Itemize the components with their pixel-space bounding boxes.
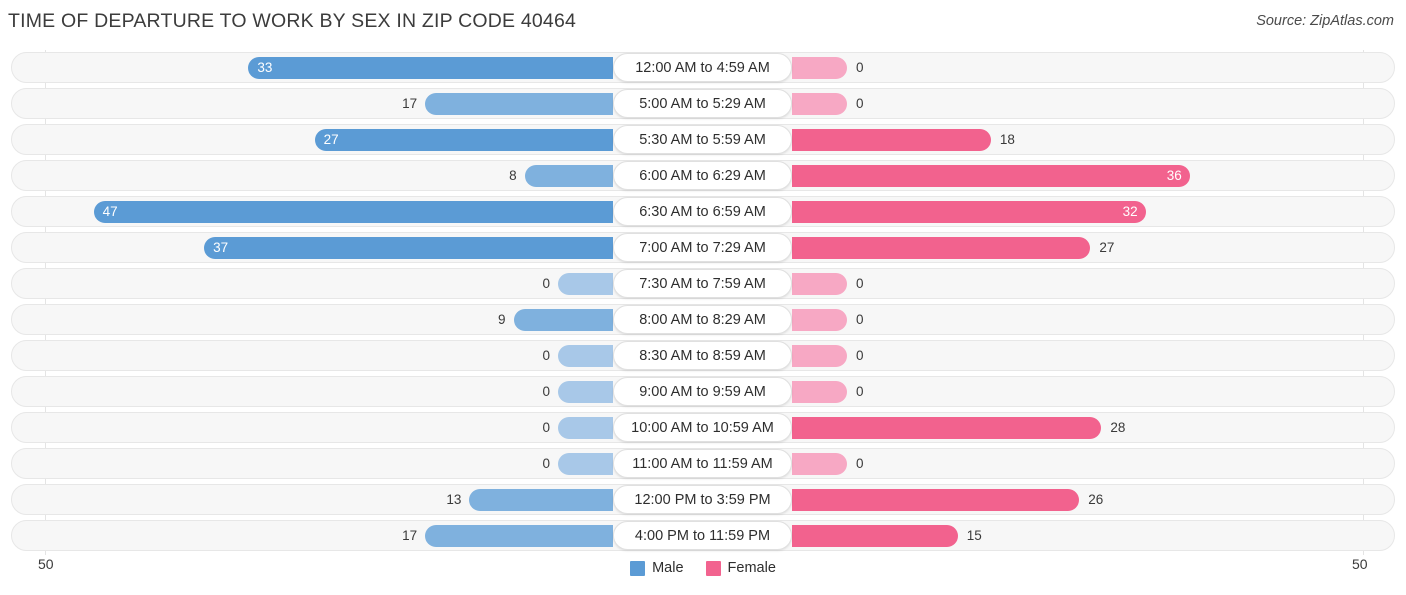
category-label: 5:00 AM to 5:29 AM	[613, 89, 792, 118]
male-bar[interactable]	[524, 165, 613, 187]
chart-row: 33 12:00 AM to 4:59 AM 0	[0, 50, 1406, 86]
male-bar[interactable]	[248, 57, 613, 79]
chart-row: 0 10:00 AM to 10:59 AM 28	[0, 410, 1406, 446]
female-value-label: 27	[1099, 240, 1115, 255]
male-value-label: 0	[542, 384, 550, 399]
category-label: 6:30 AM to 6:59 AM	[613, 197, 792, 226]
male-bar[interactable]	[558, 453, 613, 475]
category-label: 10:00 AM to 10:59 AM	[613, 413, 792, 442]
male-bar[interactable]	[204, 237, 613, 259]
female-bar[interactable]	[792, 165, 1190, 187]
category-label: 12:00 PM to 3:59 PM	[613, 485, 792, 514]
female-value-label: 18	[999, 132, 1015, 147]
male-value-label: 9	[498, 312, 506, 327]
male-bar[interactable]	[558, 345, 613, 367]
female-bar[interactable]	[792, 93, 847, 115]
male-value-label: 8	[509, 168, 517, 183]
legend-label: Female	[727, 560, 776, 576]
source-attribution: Source: ZipAtlas.com	[1256, 13, 1394, 29]
legend-item-female[interactable]: Female	[705, 560, 776, 576]
category-label: 11:00 AM to 11:59 AM	[613, 449, 792, 478]
category-label: 5:30 AM to 5:59 AM	[613, 125, 792, 154]
chart-row: 0 7:30 AM to 7:59 AM 0	[0, 266, 1406, 302]
male-bar[interactable]	[558, 381, 613, 403]
male-bar[interactable]	[314, 129, 613, 151]
chart-row: 0 9:00 AM to 9:59 AM 0	[0, 374, 1406, 410]
male-value-label: 17	[402, 96, 418, 111]
female-value-label: 0	[856, 348, 864, 363]
female-bar[interactable]	[792, 273, 847, 295]
category-label: 8:00 AM to 8:29 AM	[613, 305, 792, 334]
chart-legend: Male Female	[0, 560, 1406, 576]
male-value-label: 33	[257, 60, 273, 75]
category-label: 7:30 AM to 7:59 AM	[613, 269, 792, 298]
male-value-label: 27	[323, 132, 339, 147]
legend-swatch-icon	[630, 560, 646, 576]
category-label: 8:30 AM to 8:59 AM	[613, 341, 792, 370]
female-value-label: 0	[856, 60, 864, 75]
male-value-label: 17	[402, 528, 418, 543]
category-label: 4:00 PM to 11:59 PM	[613, 521, 792, 550]
chart-plot-area: 33 12:00 AM to 4:59 AM 0 17 5:00 AM to 5:29 …	[0, 50, 1406, 555]
chart-rows: 33 12:00 AM to 4:59 AM 0 17 5:00 AM to 5:29 …	[0, 50, 1406, 554]
male-bar[interactable]	[558, 273, 613, 295]
chart-row: 9 8:00 AM to 8:29 AM 0	[0, 302, 1406, 338]
male-value-label: 0	[542, 348, 550, 363]
female-value-label: 0	[856, 312, 864, 327]
legend-swatch-icon	[705, 560, 721, 576]
chart-row: 37 7:00 AM to 7:29 AM 27	[0, 230, 1406, 266]
chart-row: 8 6:00 AM to 6:29 AM 36	[0, 158, 1406, 194]
legend-label: Male	[652, 560, 684, 576]
category-label: 7:00 AM to 7:29 AM	[613, 233, 792, 262]
female-bar[interactable]	[792, 57, 847, 79]
female-bar[interactable]	[792, 417, 1102, 439]
chart-row: 13 12:00 PM to 3:59 PM 26	[0, 482, 1406, 518]
category-label: 12:00 AM to 4:59 AM	[613, 53, 792, 82]
legend-item-male[interactable]: Male	[630, 560, 684, 576]
category-label: 6:00 AM to 6:29 AM	[613, 161, 792, 190]
male-bar[interactable]	[513, 309, 613, 331]
female-value-label: 28	[1110, 420, 1126, 435]
male-bar[interactable]	[425, 93, 613, 115]
female-bar[interactable]	[792, 237, 1091, 259]
chart-row: 17 4:00 PM to 11:59 PM 15	[0, 518, 1406, 554]
female-value-label: 36	[1166, 168, 1182, 183]
chart-row: 27 5:30 AM to 5:59 AM 18	[0, 122, 1406, 158]
male-value-label: 37	[213, 240, 229, 255]
male-bar[interactable]	[469, 489, 613, 511]
page-title: TIME OF DEPARTURE TO WORK BY SEX IN ZIP …	[8, 10, 577, 32]
female-bar[interactable]	[792, 201, 1146, 223]
female-bar[interactable]	[792, 309, 847, 331]
chart-row: 0 11:00 AM to 11:59 AM 0	[0, 446, 1406, 482]
male-value-label: 0	[542, 276, 550, 291]
female-bar[interactable]	[792, 489, 1080, 511]
male-bar[interactable]	[93, 201, 613, 223]
female-value-label: 26	[1088, 492, 1104, 507]
female-value-label: 0	[856, 276, 864, 291]
male-bar[interactable]	[425, 525, 613, 547]
female-bar[interactable]	[792, 525, 958, 547]
female-bar[interactable]	[792, 129, 991, 151]
female-value-label: 15	[966, 528, 982, 543]
female-value-label: 0	[856, 96, 864, 111]
male-bar[interactable]	[558, 417, 613, 439]
female-bar[interactable]	[792, 453, 847, 475]
category-label: 9:00 AM to 9:59 AM	[613, 377, 792, 406]
female-value-label: 0	[856, 456, 864, 471]
chart-row: 17 5:00 AM to 5:29 AM 0	[0, 86, 1406, 122]
male-value-label: 0	[542, 420, 550, 435]
chart-header: TIME OF DEPARTURE TO WORK BY SEX IN ZIP …	[0, 0, 1406, 44]
male-value-label: 13	[446, 492, 462, 507]
male-value-label: 47	[102, 204, 118, 219]
female-value-label: 32	[1122, 204, 1138, 219]
female-value-label: 0	[856, 384, 864, 399]
female-bar[interactable]	[792, 345, 847, 367]
chart-row: 47 6:30 AM to 6:59 AM 32	[0, 194, 1406, 230]
female-bar[interactable]	[792, 381, 847, 403]
male-value-label: 0	[542, 456, 550, 471]
chart-row: 0 8:30 AM to 8:59 AM 0	[0, 338, 1406, 374]
